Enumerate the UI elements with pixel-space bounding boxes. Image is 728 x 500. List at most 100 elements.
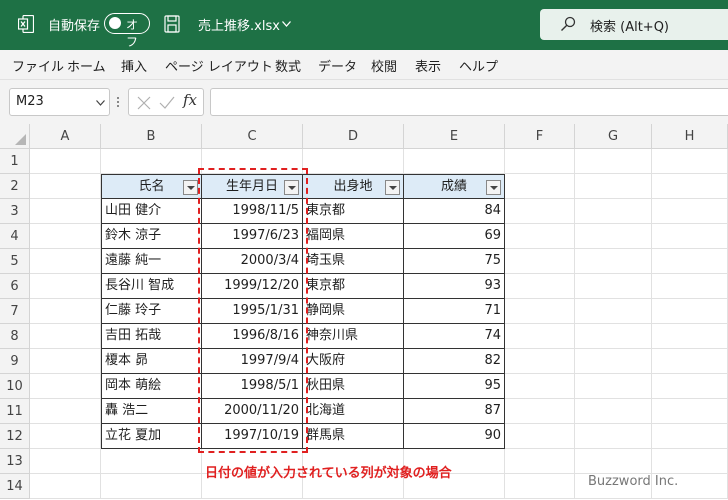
cell[interactable] (505, 474, 575, 499)
table-cell-hometown[interactable]: 東京都 (303, 199, 404, 224)
cell[interactable] (575, 224, 652, 249)
cell[interactable] (575, 274, 652, 299)
cell[interactable] (30, 374, 101, 399)
cell[interactable] (505, 374, 575, 399)
row-header-7[interactable]: 7 (0, 299, 30, 324)
table-cell-score[interactable]: 71 (404, 299, 505, 324)
table-cell-name[interactable]: 遠藤 純一 (101, 249, 202, 274)
table-cell-hometown[interactable]: 神奈川県 (303, 324, 404, 349)
table-cell-name[interactable]: 榎本 昴 (101, 349, 202, 374)
table-cell-birthdate[interactable]: 1995/1/31 (202, 299, 303, 324)
row-header-6[interactable]: 6 (0, 274, 30, 299)
save-icon[interactable] (164, 15, 180, 33)
table-header-birthdate[interactable]: 生年月日 (202, 174, 303, 199)
column-header-f[interactable]: F (505, 124, 575, 149)
name-box[interactable]: M23 (9, 88, 110, 116)
cell[interactable] (575, 249, 652, 274)
cell[interactable] (575, 449, 652, 474)
cell[interactable] (575, 399, 652, 424)
row-header-12[interactable]: 12 (0, 424, 30, 449)
cell[interactable] (30, 199, 101, 224)
table-header-score[interactable]: 成績 (404, 174, 505, 199)
filter-dropdown-icon[interactable] (183, 180, 198, 195)
table-cell-name[interactable]: 吉田 拓哉 (101, 324, 202, 349)
row-header-2[interactable]: 2 (0, 174, 30, 199)
excel-logo-icon[interactable] (18, 15, 34, 33)
table-cell-name[interactable]: 轟 浩二 (101, 399, 202, 424)
column-header-b[interactable]: B (101, 124, 202, 149)
row-header-8[interactable]: 8 (0, 324, 30, 349)
cell[interactable] (101, 474, 202, 499)
cell[interactable] (30, 249, 101, 274)
menu-review[interactable]: 校閲 (371, 56, 397, 75)
row-header-9[interactable]: 9 (0, 349, 30, 374)
row-header-10[interactable]: 10 (0, 374, 30, 399)
cell[interactable] (575, 324, 652, 349)
cell[interactable] (101, 449, 202, 474)
table-cell-score[interactable]: 74 (404, 324, 505, 349)
cell[interactable] (652, 399, 728, 424)
table-cell-name[interactable]: 仁藤 玲子 (101, 299, 202, 324)
table-header-name[interactable]: 氏名 (101, 174, 202, 199)
table-cell-name[interactable]: 長谷川 智成 (101, 274, 202, 299)
table-cell-score[interactable]: 95 (404, 374, 505, 399)
menu-file[interactable]: ファイル (12, 56, 64, 75)
cell[interactable] (505, 399, 575, 424)
table-cell-hometown[interactable]: 大阪府 (303, 349, 404, 374)
cell[interactable] (303, 149, 404, 174)
table-cell-name[interactable]: 立花 夏加 (101, 424, 202, 449)
table-cell-name[interactable]: 岡本 萌絵 (101, 374, 202, 399)
cell[interactable] (575, 299, 652, 324)
cell[interactable] (202, 149, 303, 174)
table-cell-birthdate[interactable]: 1996/8/16 (202, 324, 303, 349)
cell[interactable] (575, 199, 652, 224)
table-cell-birthdate[interactable]: 1999/12/20 (202, 274, 303, 299)
cell[interactable] (505, 349, 575, 374)
cell[interactable] (652, 324, 728, 349)
cell[interactable] (575, 349, 652, 374)
check-icon[interactable] (159, 96, 175, 110)
row-header-4[interactable]: 4 (0, 224, 30, 249)
menu-data[interactable]: データ (318, 56, 357, 75)
cell[interactable] (30, 299, 101, 324)
cell[interactable] (505, 149, 575, 174)
table-header-hometown[interactable]: 出身地 (303, 174, 404, 199)
insert-function-icon[interactable]: fx (183, 91, 197, 109)
filter-dropdown-icon[interactable] (284, 180, 299, 195)
cell[interactable] (575, 149, 652, 174)
menu-page-layout[interactable]: ページ レイアウト (165, 56, 273, 75)
table-cell-score[interactable]: 75 (404, 249, 505, 274)
column-header-h[interactable]: H (652, 124, 728, 149)
table-cell-hometown[interactable]: 静岡県 (303, 299, 404, 324)
filter-dropdown-icon[interactable] (486, 180, 501, 195)
table-cell-birthdate[interactable]: 2000/11/20 (202, 399, 303, 424)
cell[interactable] (30, 424, 101, 449)
table-cell-hometown[interactable]: 福岡県 (303, 224, 404, 249)
table-cell-hometown[interactable]: 埼玉県 (303, 249, 404, 274)
cell[interactable] (30, 174, 101, 199)
cell[interactable] (505, 424, 575, 449)
column-header-d[interactable]: D (303, 124, 404, 149)
table-cell-score[interactable]: 69 (404, 224, 505, 249)
cell[interactable] (404, 149, 505, 174)
cell[interactable] (30, 399, 101, 424)
filter-dropdown-icon[interactable] (385, 180, 400, 195)
cell[interactable] (652, 149, 728, 174)
row-header-3[interactable]: 3 (0, 199, 30, 224)
cell[interactable] (505, 224, 575, 249)
table-cell-hometown[interactable]: 北海道 (303, 399, 404, 424)
menu-view[interactable]: 表示 (415, 56, 441, 75)
table-cell-score[interactable]: 93 (404, 274, 505, 299)
table-cell-score[interactable]: 84 (404, 199, 505, 224)
cell[interactable] (652, 299, 728, 324)
cell[interactable] (652, 274, 728, 299)
menu-help[interactable]: ヘルプ (459, 56, 498, 75)
cell[interactable] (652, 424, 728, 449)
file-name[interactable]: 売上推移.xlsx (198, 15, 280, 34)
search-box[interactable]: 検索 (Alt+Q) (540, 9, 728, 40)
cell[interactable] (30, 224, 101, 249)
cell[interactable] (575, 174, 652, 199)
table-cell-name[interactable]: 山田 健介 (101, 199, 202, 224)
cell[interactable] (505, 199, 575, 224)
cell[interactable] (505, 249, 575, 274)
